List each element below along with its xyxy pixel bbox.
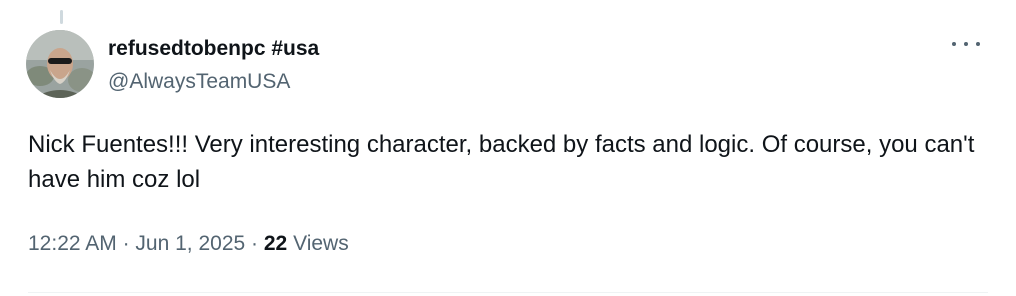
tweet-date: Jun 1, 2025 <box>135 232 246 255</box>
author-handle[interactable]: @AlwaysTeamUSA <box>108 69 319 95</box>
author-avatar[interactable] <box>26 30 94 98</box>
user-avatar-photo-icon <box>26 30 94 98</box>
more-options-button[interactable] <box>952 34 980 54</box>
tweet-text: Nick Fuentes!!! Very interesting charact… <box>28 131 982 193</box>
more-horizontal-icon <box>952 42 956 46</box>
tweet-metadata: 12:22 AM · Jun 1, 2025 · 22 Views <box>28 230 349 258</box>
thread-connector-line <box>60 10 63 24</box>
author-block: refusedtobenpc #usa @AlwaysTeamUSA <box>108 36 319 95</box>
views-count[interactable]: 22 <box>264 232 287 255</box>
tweet-timestamp-link[interactable]: 12:22 AM · Jun 1, 2025 <box>28 232 245 255</box>
more-horizontal-icon-dot <box>976 42 980 46</box>
tweet-time: 12:22 AM <box>28 232 117 255</box>
tweet-card[interactable]: refusedtobenpc #usa @AlwaysTeamUSA Nick … <box>0 0 1016 296</box>
views-label: Views <box>293 232 349 255</box>
meta-separator: · <box>251 232 259 255</box>
more-horizontal-icon-dot <box>964 42 968 46</box>
divider <box>28 292 988 293</box>
author-display-name[interactable]: refusedtobenpc #usa <box>108 36 319 62</box>
meta-separator: · <box>122 232 130 255</box>
